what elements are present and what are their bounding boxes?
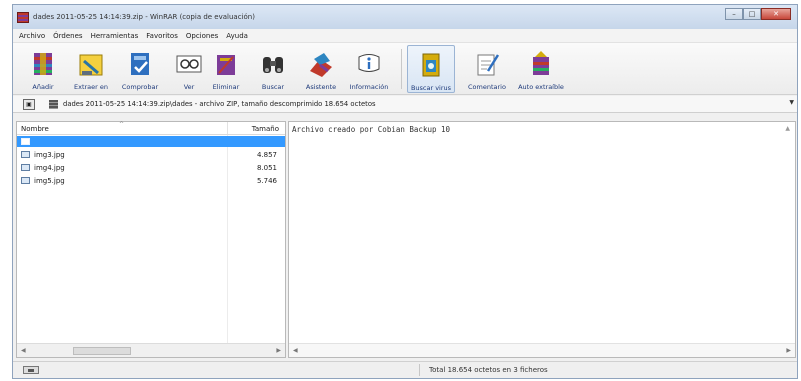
scroll-right-icon[interactable]: ▶ xyxy=(786,347,791,354)
sfx-icon xyxy=(526,49,556,79)
file-name: img3.jpg xyxy=(34,151,65,159)
winrar-window: dades 2011-05-25 14:14:39.zip - WinRAR (… xyxy=(12,4,798,379)
file-size: 5.746 xyxy=(256,177,277,185)
sort-indicator-icon: ^ xyxy=(119,121,125,128)
toolbar-separator xyxy=(401,49,402,89)
find-button[interactable]: Buscar xyxy=(249,45,297,93)
scroll-left-icon[interactable]: ◀ xyxy=(21,347,26,354)
column-size[interactable]: Tamaño xyxy=(252,125,279,133)
delete-icon xyxy=(211,49,241,79)
scroll-thumb[interactable] xyxy=(73,347,131,355)
address-bar: ▣ dades 2011-05-25 14:14:39.zip\dades - … xyxy=(13,96,797,113)
view-icon xyxy=(174,49,204,79)
comment-button[interactable]: Comentario xyxy=(463,45,511,93)
add-archive-icon xyxy=(28,49,58,79)
view-label: Ver xyxy=(183,83,195,91)
toolbar: Añadir Extraer en Comprobar Ver Eliminar xyxy=(13,43,797,95)
info-label: Información xyxy=(349,83,389,91)
chevron-down-icon[interactable]: ▼ xyxy=(789,99,794,106)
test-button[interactable]: Comprobar xyxy=(116,45,164,93)
file-list-header: Nombre ^ Tamaño xyxy=(17,121,285,135)
menu-ordenes[interactable]: Órdenes xyxy=(53,32,82,40)
status-text: Total 18.654 octetos en 3 ficheros xyxy=(429,366,548,374)
status-bar: Total 18.654 octetos en 3 ficheros xyxy=(13,361,797,378)
find-icon xyxy=(258,49,288,79)
file-list-hscrollbar[interactable]: ◀ ▶ xyxy=(17,343,285,357)
file-name: img4.jpg xyxy=(34,164,65,172)
wizard-icon xyxy=(306,49,336,79)
up-folder-icon[interactable]: ▣ xyxy=(23,98,35,110)
winrar-app-icon xyxy=(17,11,29,23)
list-item[interactable]: img4.jpg 8.051 xyxy=(17,162,285,173)
file-size: 4.857 xyxy=(256,151,277,159)
info-button[interactable]: Información xyxy=(345,45,393,93)
window-controls: – □ ✕ xyxy=(725,8,791,20)
scroll-right-icon[interactable]: ▶ xyxy=(276,347,281,354)
zip-archive-icon xyxy=(49,99,58,109)
status-separator xyxy=(419,364,420,376)
list-item[interactable]: img5.jpg 5.746 xyxy=(17,175,285,186)
wizard-button[interactable]: Asistente xyxy=(297,45,345,93)
image-file-icon xyxy=(21,164,30,171)
comment-hscrollbar[interactable]: ◀ ▶ xyxy=(289,343,795,357)
image-file-icon xyxy=(21,151,30,158)
file-name: img5.jpg xyxy=(34,177,65,185)
scroll-up-icon[interactable]: ▲ xyxy=(785,125,790,132)
extract-to-icon xyxy=(76,49,106,79)
maximize-button[interactable]: □ xyxy=(743,8,761,20)
menu-favoritos[interactable]: Favoritos xyxy=(146,32,178,40)
comment-label: Comentario xyxy=(468,83,506,91)
extract-to-button[interactable]: Extraer en xyxy=(67,45,115,93)
menu-bar: Archivo Órdenes Herramientas Favoritos O… xyxy=(13,29,797,43)
window-title: dades 2011-05-25 14:14:39.zip - WinRAR (… xyxy=(33,13,255,21)
extract-to-label: Extraer en xyxy=(73,83,108,91)
virus-scan-button[interactable]: Buscar virus xyxy=(407,45,455,93)
column-divider[interactable] xyxy=(227,122,228,134)
minimize-button[interactable]: – xyxy=(725,8,743,20)
archive-comment: Archivo creado por Cobian Backup 10 xyxy=(292,125,451,134)
add-label: Añadir xyxy=(32,83,54,91)
add-button[interactable]: Añadir xyxy=(19,45,67,93)
sfx-button[interactable]: Auto extraíble xyxy=(517,45,565,93)
find-label: Buscar xyxy=(261,83,285,91)
comment-icon xyxy=(472,49,502,79)
sfx-label: Auto extraíble xyxy=(518,83,564,91)
column-name[interactable]: Nombre xyxy=(21,125,49,133)
scroll-left-icon[interactable]: ◀ xyxy=(293,347,298,354)
wizard-label: Asistente xyxy=(305,83,337,91)
folder-up-icon xyxy=(21,138,30,145)
menu-archivo[interactable]: Archivo xyxy=(19,32,45,40)
file-size: 8.051 xyxy=(256,164,277,172)
menu-opciones[interactable]: Opciones xyxy=(186,32,218,40)
comment-pane: Archivo creado por Cobian Backup 10 ▲ ◀ … xyxy=(288,121,796,358)
info-icon xyxy=(354,49,384,79)
test-icon xyxy=(125,49,155,79)
delete-button[interactable]: Eliminar xyxy=(202,45,250,93)
test-label: Comprobar xyxy=(121,83,159,91)
menu-herramientas[interactable]: Herramientas xyxy=(91,32,139,40)
menu-ayuda[interactable]: Ayuda xyxy=(226,32,248,40)
virus-scan-icon xyxy=(416,50,446,80)
delete-label: Eliminar xyxy=(212,83,240,91)
image-file-icon xyxy=(21,177,30,184)
file-list-pane: Nombre ^ Tamaño img3.jpg 4.857 img4.jpg … xyxy=(16,121,286,358)
archive-path: dades 2011-05-25 14:14:39.zip\dades - ar… xyxy=(63,100,376,108)
virus-scan-label: Buscar virus xyxy=(410,84,452,92)
drive-icon[interactable] xyxy=(23,366,39,374)
title-bar[interactable]: dades 2011-05-25 14:14:39.zip - WinRAR (… xyxy=(13,5,797,29)
close-button[interactable]: ✕ xyxy=(761,8,791,20)
list-item[interactable]: img3.jpg 4.857 xyxy=(17,149,285,160)
list-item-parent[interactable] xyxy=(17,136,285,147)
